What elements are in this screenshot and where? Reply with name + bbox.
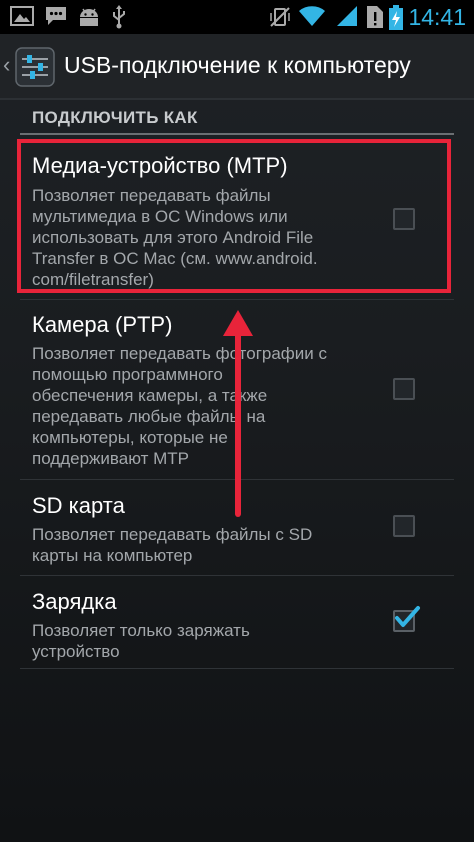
android-icon bbox=[80, 8, 98, 26]
item-summary: Позволяет передавать фотографии с помощь… bbox=[32, 344, 328, 468]
back-caret-icon[interactable]: ‹ bbox=[3, 52, 10, 78]
divider bbox=[20, 668, 454, 669]
status-bar: 14:41 bbox=[0, 0, 474, 34]
ptp-checkbox[interactable] bbox=[393, 378, 415, 400]
charging-checkbox[interactable] bbox=[393, 606, 420, 632]
list-item-charging[interactable]: Зарядка Позволяет только заряжать устрой… bbox=[0, 576, 474, 668]
item-summary: Позволяет только заряжать устройство bbox=[32, 621, 250, 661]
battery-icon bbox=[389, 5, 403, 30]
red-highlight-box bbox=[17, 139, 451, 293]
clock: 14:41 bbox=[408, 4, 466, 30]
signal-icon bbox=[337, 6, 357, 26]
checkmark-icon bbox=[395, 606, 420, 627]
page-title: USB-подключение к компьютеру bbox=[64, 52, 411, 78]
item-summary: Позволяет передавать файлы с SD карты на… bbox=[32, 525, 313, 565]
item-title: Зарядка bbox=[32, 589, 117, 614]
item-title: Камера (PTP) bbox=[32, 312, 173, 337]
action-bar: ‹ USB-подключение к компьютеру bbox=[0, 34, 474, 100]
sync-error-icon bbox=[367, 6, 383, 28]
chat-icon bbox=[46, 7, 66, 25]
red-arrow-icon bbox=[223, 310, 253, 517]
settings-app-icon[interactable] bbox=[15, 47, 55, 87]
vibrate-off-icon bbox=[270, 7, 290, 27]
section-header: ПОДКЛЮЧИТЬ КАК bbox=[32, 108, 198, 127]
usb-icon bbox=[113, 5, 125, 29]
section-divider bbox=[20, 133, 454, 135]
item-title: SD карта bbox=[32, 493, 125, 518]
picture-icon bbox=[10, 6, 34, 26]
sd-card-checkbox[interactable] bbox=[393, 515, 415, 537]
settings-screen: 14:41 ‹ USB-подключение к компьютеру ПОД… bbox=[0, 0, 474, 842]
wifi-icon bbox=[299, 6, 325, 26]
